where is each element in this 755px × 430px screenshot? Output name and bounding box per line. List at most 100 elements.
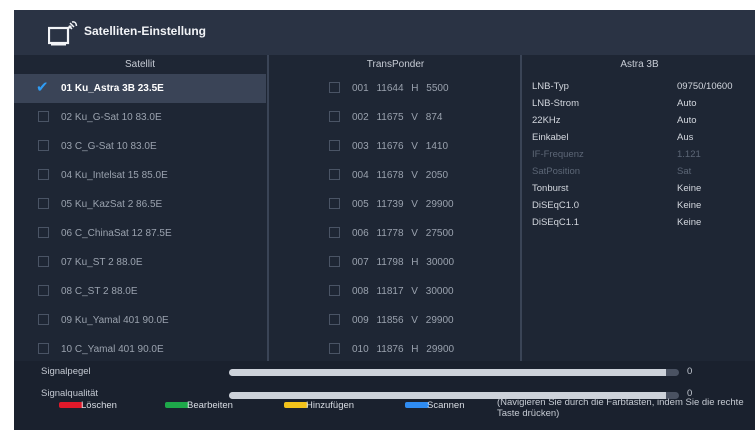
checkbox[interactable] bbox=[38, 140, 49, 151]
checkbox[interactable] bbox=[329, 111, 340, 122]
list-item[interactable]: 002 11675 V 874 bbox=[272, 103, 519, 132]
info-row[interactable]: DiSEqC1.0 Keine bbox=[524, 197, 755, 214]
list-item[interactable]: 02 Ku_G-Sat 10 83.0E bbox=[14, 103, 266, 132]
list-item[interactable]: 08 C_ST 2 88.0E bbox=[14, 277, 266, 306]
info-value: 1.121 bbox=[677, 149, 701, 160]
info-label: 22KHz bbox=[532, 115, 561, 126]
list-item[interactable]: 04 Ku_Intelsat 15 85.0E bbox=[14, 161, 266, 190]
info-value: Sat bbox=[677, 166, 692, 177]
checkbox[interactable] bbox=[38, 111, 49, 122]
list-item-label: 001 11644 H 5500 bbox=[352, 83, 449, 94]
list-item-label: 002 11675 V 874 bbox=[352, 112, 443, 123]
info-row[interactable]: LNB-Typ 09750/10600 bbox=[524, 78, 755, 95]
yellow-key-swatch bbox=[284, 402, 308, 408]
list-item[interactable]: 004 11678 V 2050 bbox=[272, 161, 519, 190]
list-item-label: 01 Ku_Astra 3B 23.5E bbox=[61, 83, 164, 94]
add-label: Hinzufügen bbox=[306, 400, 355, 411]
checkbox[interactable] bbox=[329, 169, 340, 180]
edit-label: Bearbeiten bbox=[187, 400, 233, 411]
list-item[interactable]: 006 11778 V 27500 bbox=[272, 219, 519, 248]
info-label: LNB-Strom bbox=[532, 98, 579, 109]
info-value: Auto bbox=[677, 98, 697, 109]
red-key-swatch bbox=[59, 402, 83, 408]
satellite-list: ✔ 01 Ku_Astra 3B 23.5E 02 Ku_G-Sat 10 83.0… bbox=[14, 74, 266, 361]
list-item[interactable]: 009 11856 V 29900 bbox=[272, 306, 519, 335]
list-item-label: 007 11798 H 30000 bbox=[352, 257, 455, 268]
list-item[interactable]: 10 C_Yamal 401 90.0E bbox=[14, 335, 266, 361]
checkbox[interactable] bbox=[329, 140, 340, 151]
info-value: Keine bbox=[677, 217, 702, 228]
checkbox[interactable] bbox=[329, 82, 340, 93]
list-item-label: 10 C_Yamal 401 90.0E bbox=[61, 344, 164, 355]
list-item[interactable]: 005 11739 V 29900 bbox=[272, 190, 519, 219]
list-item[interactable]: 001 11644 H 5500 bbox=[272, 74, 519, 103]
navigation-hint: (Navigieren Sie durch die Farbtasten, in… bbox=[497, 397, 744, 419]
satellite-tv-icon bbox=[48, 21, 78, 46]
transponder-list-panel: TransPonder 001 11644 H 5500 002 11675 V … bbox=[272, 55, 519, 361]
info-row[interactable]: SatPosition Sat bbox=[524, 163, 755, 180]
transponder-list: 001 11644 H 5500 002 11675 V 874 003 11676… bbox=[272, 74, 519, 361]
list-item[interactable]: ✔ 01 Ku_Astra 3B 23.5E bbox=[14, 74, 266, 103]
info-row[interactable]: Tonburst Keine bbox=[524, 180, 755, 197]
info-row[interactable]: 22KHz Auto bbox=[524, 112, 755, 129]
list-item-label: 004 11678 V 2050 bbox=[352, 170, 449, 181]
info-row[interactable]: IF-Frequenz 1.121 bbox=[524, 146, 755, 163]
list-item[interactable]: 008 11817 V 30000 bbox=[272, 277, 519, 306]
list-item-label: 006 11778 V 27500 bbox=[352, 228, 454, 239]
list-item-label: 010 11876 H 29900 bbox=[352, 344, 455, 355]
list-item[interactable]: 06 C_ChinaSat 12 87.5E bbox=[14, 219, 266, 248]
info-row[interactable]: Einkabel Aus bbox=[524, 129, 755, 146]
checkbox[interactable] bbox=[38, 285, 49, 296]
list-item-label: 02 Ku_G-Sat 10 83.0E bbox=[61, 112, 162, 123]
list-item-label: 009 11856 V 29900 bbox=[352, 315, 454, 326]
checkbox[interactable] bbox=[329, 227, 340, 238]
transponder-column-heading: TransPonder bbox=[366, 59, 425, 70]
panel-divider bbox=[520, 55, 522, 361]
list-item-label: 003 11676 V 1410 bbox=[352, 141, 449, 152]
info-list: LNB-Typ 09750/10600 LNB-Strom Auto 22KHz Auto… bbox=[524, 74, 755, 231]
info-value: Auto bbox=[677, 115, 697, 126]
list-item[interactable]: 05 Ku_KazSat 2 86.5E bbox=[14, 190, 266, 219]
checkbox[interactable] bbox=[329, 314, 340, 325]
list-item-label: 03 C_G-Sat 10 83.0E bbox=[61, 141, 157, 152]
checkbox[interactable] bbox=[329, 285, 340, 296]
list-item[interactable]: 003 11676 V 1410 bbox=[272, 132, 519, 161]
satellite-list-panel: Satellit ✔ 01 Ku_Astra 3B 23.5E 02 Ku_G-Sa… bbox=[14, 55, 266, 361]
checkbox[interactable] bbox=[38, 314, 49, 325]
list-item[interactable]: 010 11876 H 29900 bbox=[272, 335, 519, 361]
satellite-info-panel: Astra 3B LNB-Typ 09750/10600 LNB-Strom Auto… bbox=[524, 55, 755, 361]
list-item[interactable]: 007 11798 H 30000 bbox=[272, 248, 519, 277]
checkbox[interactable] bbox=[38, 227, 49, 238]
info-label: SatPosition bbox=[532, 166, 581, 177]
list-item-label: 06 C_ChinaSat 12 87.5E bbox=[61, 228, 172, 239]
info-column-heading: Astra 3B bbox=[620, 59, 659, 70]
header-bar: Satelliten-Einstellung bbox=[14, 10, 755, 55]
info-value: Aus bbox=[677, 132, 694, 143]
list-item[interactable]: 07 Ku_ST 2 88.0E bbox=[14, 248, 266, 277]
list-item[interactable]: 03 C_G-Sat 10 83.0E bbox=[14, 132, 266, 161]
green-key-swatch bbox=[165, 402, 189, 408]
info-value: Keine bbox=[677, 183, 702, 194]
checkbox[interactable] bbox=[38, 198, 49, 209]
checkbox[interactable] bbox=[38, 256, 49, 267]
list-item[interactable]: 09 Ku_Yamal 401 90.0E bbox=[14, 306, 266, 335]
checkbox[interactable] bbox=[329, 198, 340, 209]
list-item-label: 008 11817 V 30000 bbox=[352, 286, 454, 297]
checkbox[interactable] bbox=[38, 343, 49, 354]
info-row[interactable]: LNB-Strom Auto bbox=[524, 95, 755, 112]
checkbox[interactable] bbox=[38, 169, 49, 180]
list-item-label: 04 Ku_Intelsat 15 85.0E bbox=[61, 170, 168, 181]
satellite-settings-screen: Satelliten-Einstellung Satellit ✔ 01 Ku_A… bbox=[14, 10, 755, 430]
checkmark-icon[interactable]: ✔ bbox=[36, 78, 49, 96]
list-item-label: 08 C_ST 2 88.0E bbox=[61, 286, 138, 297]
info-label: IF-Frequenz bbox=[532, 149, 584, 160]
list-item-label: 07 Ku_ST 2 88.0E bbox=[61, 257, 143, 268]
info-label: Einkabel bbox=[532, 132, 569, 143]
signal-level-value: 0 bbox=[687, 366, 693, 377]
checkbox[interactable] bbox=[329, 343, 340, 354]
checkbox[interactable] bbox=[329, 256, 340, 267]
list-item-label: 09 Ku_Yamal 401 90.0E bbox=[61, 315, 169, 326]
signal-level-fill bbox=[229, 369, 666, 376]
info-row[interactable]: DiSEqC1.1 Keine bbox=[524, 214, 755, 231]
info-label: LNB-Typ bbox=[532, 81, 569, 92]
